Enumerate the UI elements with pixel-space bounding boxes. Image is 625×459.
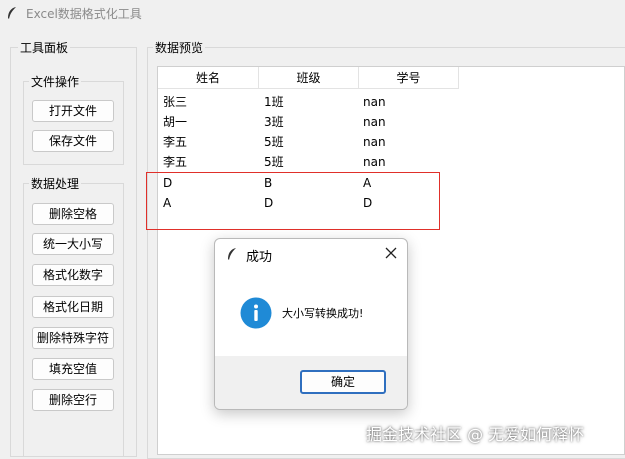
table-cell: 张三 bbox=[163, 95, 188, 109]
table-cell: 5班 bbox=[264, 155, 284, 169]
unify-case-button[interactable]: 统一大小写 bbox=[32, 233, 114, 255]
open-file-button[interactable]: 打开文件 bbox=[32, 100, 114, 122]
table-cell: nan bbox=[363, 115, 386, 129]
column-header-id[interactable]: 学号 bbox=[359, 67, 459, 89]
close-icon[interactable] bbox=[383, 245, 399, 261]
save-file-button[interactable]: 保存文件 bbox=[32, 130, 114, 152]
window-title: Excel数据格式化工具 bbox=[26, 6, 142, 21]
success-dialog: 成功 大小写转换成功! 确定 bbox=[214, 238, 408, 410]
table-cell: 3班 bbox=[264, 115, 284, 129]
table-cell: 5班 bbox=[264, 135, 284, 149]
column-header-name[interactable]: 姓名 bbox=[158, 67, 259, 89]
fill-empty-button[interactable]: 填充空值 bbox=[32, 358, 114, 380]
ok-button[interactable]: 确定 bbox=[300, 370, 386, 394]
format-dates-button[interactable]: 格式化日期 bbox=[32, 296, 114, 318]
info-icon bbox=[240, 297, 272, 329]
dialog-message: 大小写转换成功! bbox=[282, 307, 364, 320]
table-cell: 胡一 bbox=[163, 115, 188, 129]
dialog-title: 成功 bbox=[246, 250, 273, 265]
feather-icon bbox=[8, 7, 16, 19]
file-ops-label: 文件操作 bbox=[29, 73, 82, 90]
table-cell: nan bbox=[363, 135, 386, 149]
dialog-footer: 确定 bbox=[215, 356, 407, 409]
format-numbers-button[interactable]: 格式化数字 bbox=[32, 264, 114, 286]
table-cell: nan bbox=[363, 155, 386, 169]
delete-empty-rows-button[interactable]: 删除空行 bbox=[32, 389, 114, 411]
table-cell: 李五 bbox=[163, 155, 188, 169]
table-cell: 1班 bbox=[264, 95, 284, 109]
feather-icon bbox=[228, 248, 236, 260]
watermark: 掘金技术社区 @ 无爱如何释怀 bbox=[366, 425, 585, 444]
window-titlebar: Excel数据格式化工具 bbox=[0, 0, 625, 26]
dialog-titlebar bbox=[215, 239, 407, 269]
toolbox-label: 工具面板 bbox=[18, 39, 71, 56]
table-cell: nan bbox=[363, 95, 386, 109]
table-cell: 李五 bbox=[163, 135, 188, 149]
file-ops-frame bbox=[23, 81, 124, 165]
column-header-class[interactable]: 班级 bbox=[259, 67, 359, 89]
remove-special-chars-button[interactable]: 删除特殊字符 bbox=[32, 327, 114, 349]
highlight-box bbox=[146, 172, 440, 230]
remove-spaces-button[interactable]: 删除空格 bbox=[32, 203, 114, 225]
data-ops-label: 数据处理 bbox=[29, 175, 82, 192]
preview-label: 数据预览 bbox=[153, 39, 206, 56]
